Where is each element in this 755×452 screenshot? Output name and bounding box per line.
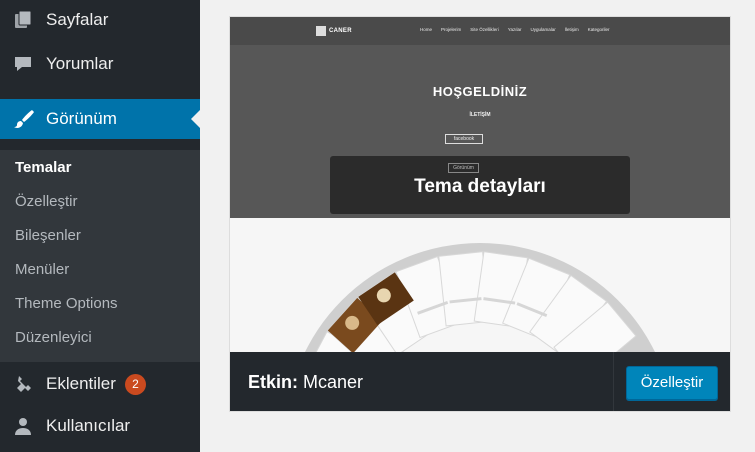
screenshot-nav-link: Kategoriler	[587, 27, 610, 32]
active-prefix: Etkin:	[248, 372, 299, 392]
screenshot-nav-link: Projelerim	[441, 27, 462, 32]
submenu-menus[interactable]: Menüler	[15, 260, 69, 280]
users-icon	[12, 415, 34, 437]
pages-icon	[12, 9, 34, 31]
submenu-themes[interactable]: Temalar	[15, 158, 71, 178]
footer-divider	[613, 352, 614, 411]
submenu-editor[interactable]: Düzenleyici	[15, 328, 92, 348]
screenshot-logo-text: CANER	[329, 28, 352, 34]
screenshot-mini-button: Görünüm	[448, 163, 479, 173]
appearance-submenu: Temalar Özelleştir Bileşenler Menüler Th…	[0, 150, 200, 362]
customize-button[interactable]: Özelleştir	[626, 366, 718, 400]
theme-footer: Etkin: Mcaner Özelleştir	[230, 352, 730, 411]
screenshot-hero-button: facebook	[445, 134, 483, 144]
screenshot-nav-link: Yazılar	[507, 27, 522, 32]
screenshot-nav: CANER Home Projelerim Site Özellikleri Y…	[230, 17, 730, 45]
menu-item-pages[interactable]: Sayfalar	[0, 0, 200, 40]
menu-label-pages: Sayfalar	[46, 10, 109, 29]
plugin-update-count-badge: 2	[124, 373, 146, 395]
menu-item-comments[interactable]: Yorumlar	[0, 44, 200, 84]
screenshot-nav-links: Home Projelerim Site Özellikleri Yazılar…	[420, 27, 610, 32]
menu-label-appearance: Görünüm	[46, 109, 117, 128]
active-theme-name: Etkin: Mcaner	[248, 372, 363, 393]
paintbrush-icon	[12, 108, 34, 130]
screenshot-gallery-graphic	[230, 218, 730, 352]
menu-item-users[interactable]: Kullanıcılar	[0, 406, 200, 446]
screenshot-nav-link: Home	[420, 27, 433, 32]
screenshot-hero-subtitle: İLETİŞİM	[469, 112, 491, 118]
submenu-theme-options[interactable]: Theme Options	[15, 294, 118, 314]
menu-item-appearance[interactable]: Görünüm	[0, 99, 200, 139]
plugin-icon	[12, 373, 34, 395]
screenshot-nav-link: İletişim	[564, 27, 579, 32]
menu-label-comments: Yorumlar	[46, 54, 114, 73]
menu-label-users: Kullanıcılar	[46, 416, 131, 435]
screenshot-nav-link: Site Özellikleri	[470, 27, 499, 32]
admin-sidebar: Sayfalar Yorumlar Görünüm Temalar Özelle…	[0, 0, 200, 452]
theme-details-label[interactable]: Tema detayları	[330, 176, 630, 198]
menu-item-plugins[interactable]: Eklentiler 2	[0, 364, 200, 404]
submenu-customize[interactable]: Özelleştir	[15, 192, 78, 212]
screenshot-nav-link: Uygulamalar	[530, 27, 556, 32]
theme-details-overlay[interactable]: Görünüm Tema detayları	[330, 156, 630, 214]
screenshot-hero-title: HOŞGELDİNİZ	[432, 84, 528, 99]
submenu-widgets[interactable]: Bileşenler	[15, 226, 81, 246]
screenshot-logo: CANER	[316, 25, 352, 37]
theme-name: Mcaner	[303, 372, 364, 392]
comments-icon	[12, 53, 34, 75]
theme-screenshot[interactable]: CANER Home Projelerim Site Özellikleri Y…	[230, 17, 730, 352]
menu-label-plugins: Eklentiler	[46, 374, 116, 393]
active-theme-card[interactable]: CANER Home Projelerim Site Özellikleri Y…	[229, 16, 731, 412]
